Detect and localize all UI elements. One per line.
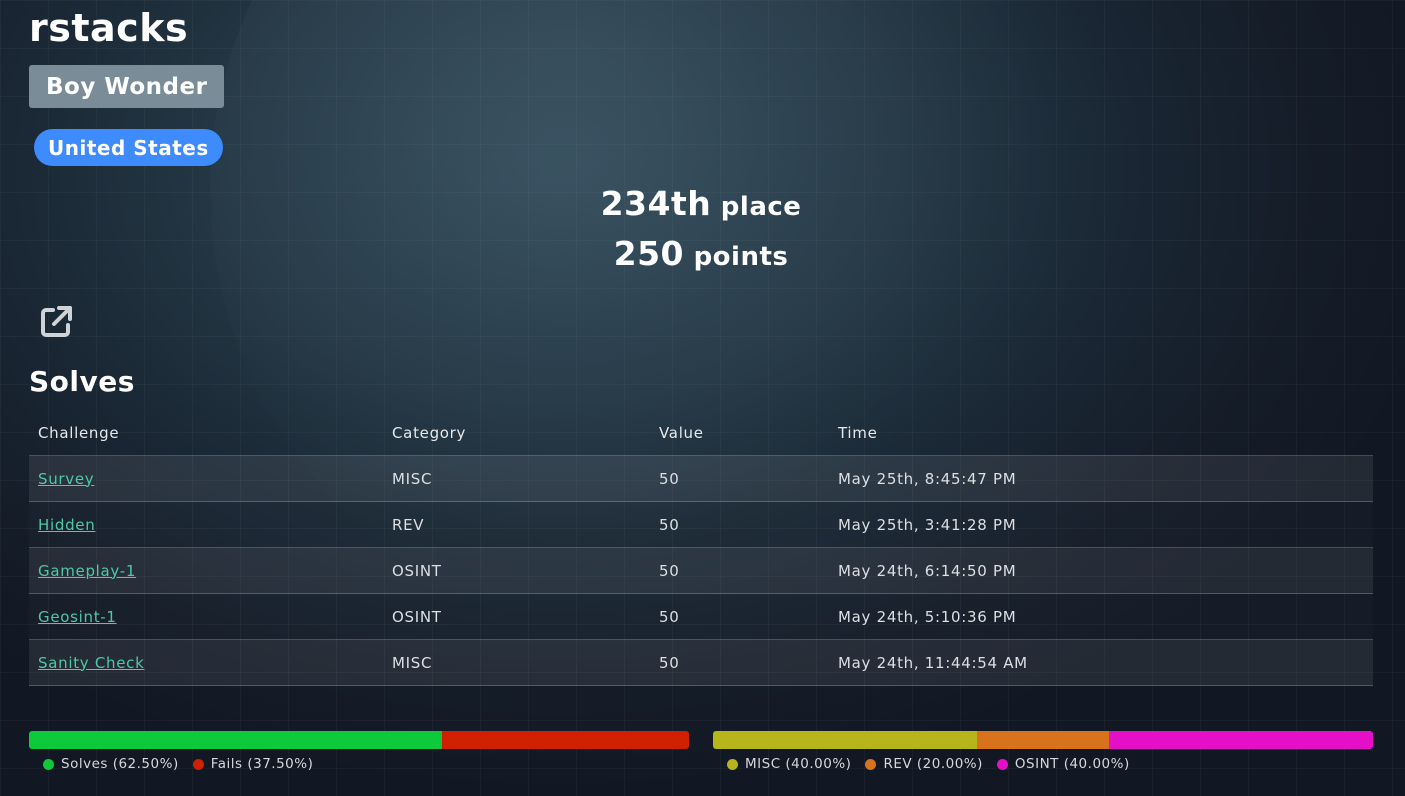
division-badge: Boy Wonder <box>29 65 225 108</box>
username: rstacks <box>29 6 189 50</box>
misc-segment <box>713 731 977 749</box>
rank-stat: 234th place <box>29 184 1373 223</box>
legend-item-misc: MISC (40.00%) <box>727 756 851 772</box>
challenge-link[interactable]: Hidden <box>38 516 95 534</box>
legend-label: MISC (40.00%) <box>745 756 852 772</box>
category-breakdown-bar <box>713 731 1373 749</box>
legend-label: Solves (62.50%) <box>61 756 179 772</box>
legend-dot <box>996 758 1008 770</box>
category-cell: MISC <box>383 455 650 502</box>
solve-ratio-legend: Solves (62.50%) Fails (37.50%) <box>29 756 689 772</box>
challenge-link[interactable]: Geosint-1 <box>38 608 117 626</box>
category-breakdown-legend: MISC (40.00%) REV (20.00%) OSINT (40.00%… <box>713 756 1373 772</box>
time-cell: May 24th, 6:14:50 PM <box>829 547 1373 594</box>
table-row: Geosint-1 OSINT 50 May 24th, 5:10:36 PM <box>29 593 1373 640</box>
rank-value: 234th <box>600 184 712 223</box>
legend-item-fails: Fails (37.50%) <box>192 756 314 772</box>
legend-dot <box>727 758 738 770</box>
solves-heading: Solves <box>29 365 135 398</box>
time-cell: May 25th, 8:45:47 PM <box>829 455 1373 502</box>
legend-label: REV (20.00%) <box>883 756 983 772</box>
fails-segment <box>441 731 689 749</box>
table-row: Survey MISC 50 May 25th, 8:45:47 PM <box>29 455 1373 502</box>
category-cell: REV <box>383 501 650 548</box>
legend-dot <box>192 758 204 770</box>
challenge-link[interactable]: Gameplay-1 <box>38 562 136 580</box>
legend-item-rev: REV (20.00%) <box>865 756 982 772</box>
value-cell: 50 <box>650 639 829 686</box>
category-cell: OSINT <box>383 547 650 594</box>
points-stat: 250 points <box>29 234 1373 273</box>
rank-label: place <box>720 192 802 222</box>
value-cell: 50 <box>650 593 829 640</box>
time-cell: May 24th, 5:10:36 PM <box>829 593 1373 640</box>
category-cell: MISC <box>383 639 650 686</box>
category-breakdown-chart: MISC (40.00%) REV (20.00%) OSINT (40.00%… <box>713 731 1373 772</box>
table-row: Sanity Check MISC 50 May 24th, 11:44:54 … <box>29 639 1373 686</box>
legend-dot <box>43 758 54 770</box>
category-cell: OSINT <box>383 593 650 640</box>
solve-ratio-bar <box>29 731 689 749</box>
legend-label: Fails (37.50%) <box>210 756 314 772</box>
value-cell: 50 <box>650 501 829 548</box>
legend-dot <box>865 758 877 770</box>
external-link-icon[interactable] <box>37 303 75 341</box>
points-value: 250 <box>613 234 684 273</box>
solves-table: Challenge Category Value Time Survey MIS… <box>29 411 1373 686</box>
legend-label: OSINT (40.00%) <box>1014 756 1130 772</box>
challenge-link[interactable]: Survey <box>38 470 94 488</box>
solve-ratio-chart: Solves (62.50%) Fails (37.50%) <box>29 731 689 772</box>
column-header-value: Value <box>659 424 704 442</box>
value-cell: 50 <box>650 455 829 502</box>
osint-segment <box>1109 731 1373 749</box>
time-cell: May 25th, 3:41:28 PM <box>829 501 1373 548</box>
column-header-category: Category <box>392 424 467 442</box>
rev-segment <box>977 731 1109 749</box>
challenge-link[interactable]: Sanity Check <box>38 654 144 672</box>
points-label: points <box>693 242 789 272</box>
country-badge: United States <box>34 129 223 166</box>
legend-item-osint: OSINT (40.00%) <box>996 756 1130 772</box>
time-cell: May 24th, 11:44:54 AM <box>829 639 1373 686</box>
table-row: Gameplay-1 OSINT 50 May 24th, 6:14:50 PM <box>29 547 1373 594</box>
legend-item-solves: Solves (62.50%) <box>43 756 179 772</box>
solves-segment <box>29 731 442 749</box>
value-cell: 50 <box>650 547 829 594</box>
table-header-row: Challenge Category Value Time <box>29 411 1373 456</box>
column-header-challenge: Challenge <box>38 424 120 442</box>
table-row: Hidden REV 50 May 25th, 3:41:28 PM <box>29 501 1373 548</box>
column-header-time: Time <box>838 424 878 442</box>
